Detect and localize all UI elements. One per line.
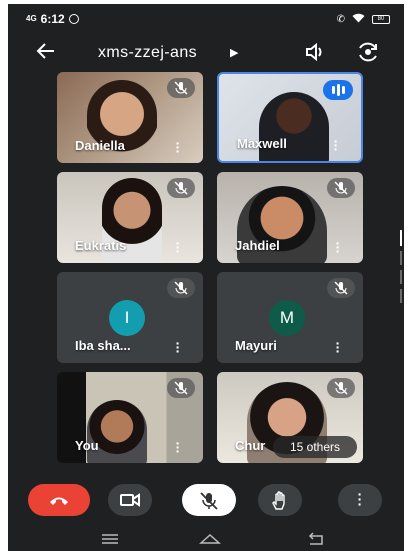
mic-off-icon: [167, 78, 195, 98]
participant-name: Daniella: [75, 138, 125, 153]
mic-off-icon: [327, 178, 355, 198]
status-time: 6:12: [40, 12, 65, 26]
battery-icon: 80: [372, 14, 390, 24]
more-vert-icon[interactable]: · · ·: [175, 136, 181, 158]
hand-icon: [272, 491, 285, 510]
participant-name: Iba sha...: [75, 338, 131, 353]
wifi-icon: [352, 12, 365, 26]
speaker-icon[interactable]: [305, 42, 327, 62]
more-vert-icon: · · ·: [357, 486, 363, 512]
participant-video: [259, 92, 329, 161]
camera-toggle-button[interactable]: [108, 484, 152, 516]
more-vert-icon[interactable]: · · ·: [175, 336, 181, 358]
participant-tile[interactable]: M Mayuri · · ·: [217, 272, 363, 363]
caret-right-icon[interactable]: ▶: [230, 46, 238, 59]
others-count-label: 15 others: [289, 440, 341, 454]
meeting-code[interactable]: xms-zzej-ans: [98, 44, 197, 62]
participant-name: Mayuri: [235, 338, 277, 353]
more-vert-icon[interactable]: · · ·: [335, 236, 341, 258]
call-icon: ✆: [336, 13, 345, 25]
call-controls: · · ·: [8, 480, 404, 526]
avatar: I: [109, 300, 145, 336]
scroll-indicator[interactable]: [400, 230, 402, 303]
participant-tile[interactable]: Chur 15 others: [217, 372, 363, 463]
mic-toggle-button[interactable]: [182, 484, 236, 516]
mic-off-icon: [167, 178, 195, 198]
mic-off-icon: [167, 378, 195, 398]
raise-hand-button[interactable]: [258, 484, 302, 516]
meet-call-screen: 4G 6:12 ✆ 80 xms-zzej-ans ▶ Daniella · ·…: [8, 4, 404, 551]
back-icon[interactable]: [306, 532, 326, 551]
participant-tile[interactable]: I Iba sha... · · ·: [57, 272, 203, 363]
home-icon[interactable]: [198, 530, 222, 551]
more-vert-icon[interactable]: · · ·: [335, 336, 341, 358]
participant-tile[interactable]: Daniella · · ·: [57, 72, 203, 163]
whatsapp-icon: [68, 14, 79, 24]
participant-tile[interactable]: Jahdiel · · ·: [217, 172, 363, 263]
video-icon: [120, 493, 140, 507]
back-arrow-icon[interactable]: [36, 40, 56, 66]
mic-off-icon: [327, 378, 355, 398]
others-chip[interactable]: 15 others: [273, 436, 357, 458]
more-vert-icon[interactable]: · · ·: [175, 236, 181, 258]
end-call-button[interactable]: [28, 484, 90, 516]
participant-name: Eukratis: [75, 238, 127, 253]
switch-camera-icon[interactable]: [356, 40, 380, 64]
status-bar: 4G 6:12 ✆ 80: [8, 4, 404, 30]
mic-off-icon: [200, 492, 218, 510]
end-call-icon: [50, 497, 68, 505]
network-type: 4G: [26, 14, 37, 23]
participant-tile-self[interactable]: You · · ·: [57, 372, 203, 463]
participant-name: Maxwell: [237, 136, 287, 151]
mic-off-icon: [327, 278, 355, 298]
participant-video: [87, 400, 147, 463]
call-header: xms-zzej-ans ▶: [8, 34, 404, 72]
more-options-button[interactable]: · · ·: [338, 484, 382, 516]
speaking-indicator-icon: [323, 80, 353, 100]
mic-off-icon: [167, 278, 195, 298]
system-nav-bar: [8, 528, 404, 551]
participant-tile-active-speaker[interactable]: Maxwell · · ·: [217, 72, 363, 163]
participant-tile[interactable]: Eukratis · · ·: [57, 172, 203, 263]
participant-name: Jahdiel: [235, 238, 280, 253]
participant-name: Chur: [235, 438, 266, 453]
more-vert-icon[interactable]: · · ·: [333, 134, 339, 156]
participant-name: You: [75, 438, 99, 453]
avatar: M: [269, 300, 305, 336]
more-vert-icon[interactable]: · · ·: [175, 436, 181, 458]
menu-icon[interactable]: [100, 532, 120, 550]
